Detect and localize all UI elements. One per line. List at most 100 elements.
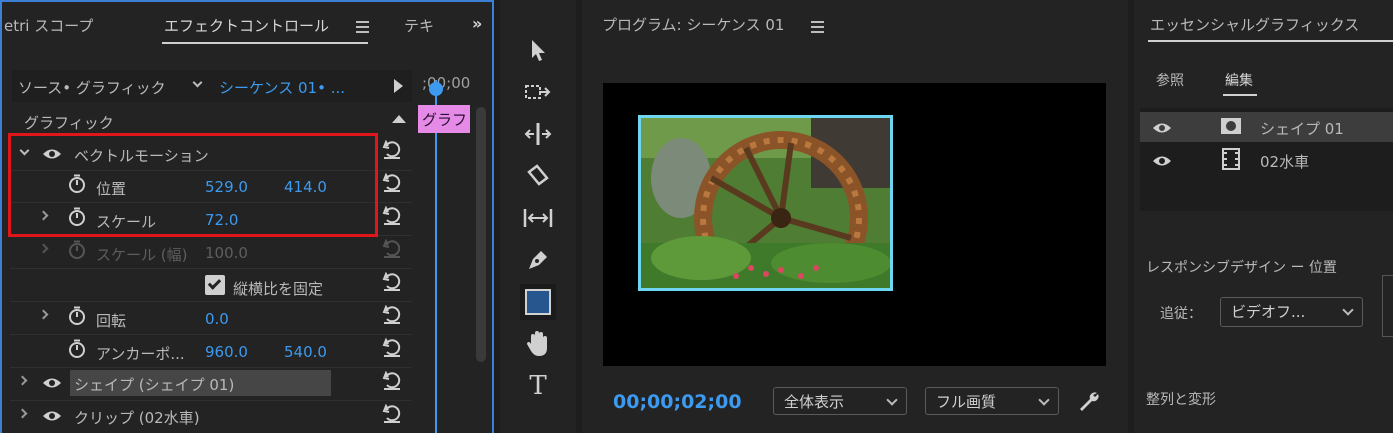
chevron-down-icon (1342, 304, 1354, 316)
timeline-clip-label: グラフ (422, 111, 468, 129)
zoom-value: 全体表示 (784, 393, 845, 411)
reset-parameter-icon[interactable] (382, 271, 402, 292)
panel-tab-bar: etri スコープ エフェクトコントロール テキ » (2, 2, 492, 50)
scale-width-value: 100.0 (205, 244, 248, 262)
rotation-label: 回転 (96, 312, 127, 330)
shape-layer-label: シェイプ (シェイプ 01) (74, 376, 235, 394)
rectangle-tool[interactable] (520, 284, 556, 320)
quality-value: フル画質 (936, 393, 997, 411)
slip-tool[interactable] (520, 202, 556, 234)
program-canvas[interactable] (603, 83, 1106, 366)
rotation-value[interactable]: 0.0 (205, 310, 229, 328)
tab-active-underline (162, 42, 368, 44)
anchor-x-value[interactable]: 960.0 (205, 343, 248, 361)
timeline-clip[interactable]: グラフ (418, 105, 470, 133)
clip-layer-label: クリップ (02水車) (74, 409, 200, 427)
source-label[interactable]: ソース• グラフィック (18, 77, 166, 98)
essential-title[interactable]: エッセンシャルグラフィックス (1150, 14, 1359, 35)
program-menu-icon[interactable] (811, 18, 824, 36)
tab-edit[interactable]: 編集 (1225, 70, 1253, 90)
shape-layer-icon (1221, 118, 1241, 134)
anchor-y-value[interactable]: 540.0 (284, 343, 327, 361)
ripple-edit-tool[interactable] (520, 118, 556, 150)
visibility-eye-icon[interactable] (42, 377, 62, 389)
razor-icon (527, 164, 549, 186)
panel-menu-icon[interactable] (356, 18, 369, 36)
more-tabs-icon[interactable]: » (472, 14, 482, 33)
waterwheel-image (641, 118, 890, 288)
quality-dropdown[interactable]: フル画質 (925, 387, 1059, 415)
type-icon: T (529, 371, 547, 401)
layer-name: シェイプ 01 (1260, 120, 1344, 138)
program-timecode[interactable]: 00;00;02;00 (613, 391, 742, 413)
reset-parameter-icon[interactable] (382, 403, 402, 424)
tab-effect-controls[interactable]: エフェクトコントロール (164, 15, 329, 36)
playhead-handle-icon[interactable] (429, 82, 443, 96)
tab-lumetri-scopes[interactable]: etri スコープ (4, 15, 93, 36)
scale-width-label: スケール (幅) (96, 246, 188, 264)
lock-ratio-checkbox[interactable] (205, 275, 225, 295)
program-title[interactable]: プログラム: シーケンス 01 (602, 14, 784, 35)
anchor-label: アンカーポ... (96, 345, 185, 363)
track-select-icon (525, 85, 551, 99)
clip-expand-icon[interactable] (17, 408, 28, 419)
type-tool[interactable]: T (520, 370, 556, 402)
tab-text[interactable]: テキ (404, 15, 434, 36)
source-dropdown-chevron-icon[interactable] (192, 77, 203, 88)
reset-parameter-icon[interactable] (382, 370, 402, 391)
stopwatch-icon[interactable] (68, 306, 86, 326)
shape-expand-icon[interactable] (17, 375, 28, 386)
title-underline (1148, 40, 1393, 42)
source-row: ソース• グラフィック シーケンス 01• ... (12, 70, 412, 102)
chevron-down-icon (886, 394, 898, 406)
rectangle-icon (525, 289, 551, 315)
tab-browse[interactable]: 参照 (1156, 70, 1184, 90)
reset-parameter-icon[interactable] (382, 139, 402, 160)
slip-icon (523, 209, 553, 227)
shape-layer-row[interactable]: シェイプ (シェイプ 01) (70, 370, 331, 396)
hand-tool[interactable] (520, 328, 556, 360)
visibility-eye-icon[interactable] (1152, 155, 1172, 167)
row-divider (10, 400, 412, 401)
play-only-icon[interactable] (394, 79, 403, 93)
row-divider (10, 268, 412, 269)
responsive-title: レスポンシブデザイン ー 位置 (1146, 260, 1337, 276)
video-frame-image[interactable] (638, 115, 893, 291)
film-clip-icon (1222, 148, 1240, 170)
reset-parameter-icon (382, 238, 402, 259)
follow-label: 追従： (1160, 306, 1202, 322)
razor-tool[interactable] (520, 160, 556, 192)
reset-parameter-icon[interactable] (382, 205, 402, 226)
timeline-scrollbar[interactable] (476, 107, 486, 362)
selection-tool[interactable] (520, 34, 556, 66)
follow-dropdown[interactable]: ビデオフ... (1220, 297, 1363, 327)
scale-width-expand-icon[interactable] (38, 243, 49, 254)
pin-widget[interactable] (1382, 275, 1393, 337)
sequence-label[interactable]: シーケンス 01• ... (219, 77, 345, 98)
reset-parameter-icon[interactable] (382, 172, 402, 193)
essential-graphics-panel: エッセンシャルグラフィックス 参照 編集 シェイプ 01 02水車 レスポンシブ… (1134, 0, 1393, 433)
wrench-icon[interactable] (1077, 389, 1101, 413)
zoom-dropdown[interactable]: 全体表示 (773, 387, 907, 415)
collapse-section-icon[interactable] (392, 115, 406, 123)
pen-tool[interactable] (520, 244, 556, 276)
stopwatch-icon[interactable] (68, 339, 86, 359)
reset-parameter-icon[interactable] (382, 304, 402, 325)
hand-icon (527, 331, 547, 356)
chevron-down-icon (1038, 394, 1050, 406)
visibility-eye-icon[interactable] (1152, 122, 1172, 134)
effect-controls-panel: etri スコープ エフェクトコントロール テキ » ソース• グラフィック シ… (0, 0, 494, 433)
visibility-eye-icon[interactable] (42, 410, 62, 422)
follow-value: ビデオフ... (1231, 303, 1306, 321)
row-divider (10, 301, 412, 302)
pen-icon (529, 251, 547, 269)
row-divider (10, 367, 412, 368)
tab-edit-underline (1223, 94, 1257, 96)
reset-parameter-icon[interactable] (382, 337, 402, 358)
track-select-tool[interactable] (520, 76, 556, 108)
rotation-expand-icon[interactable] (38, 309, 49, 320)
row-divider (10, 334, 412, 335)
section-title: グラフィック (24, 114, 114, 132)
highlight-box (8, 133, 378, 237)
stopwatch-icon (69, 240, 85, 259)
